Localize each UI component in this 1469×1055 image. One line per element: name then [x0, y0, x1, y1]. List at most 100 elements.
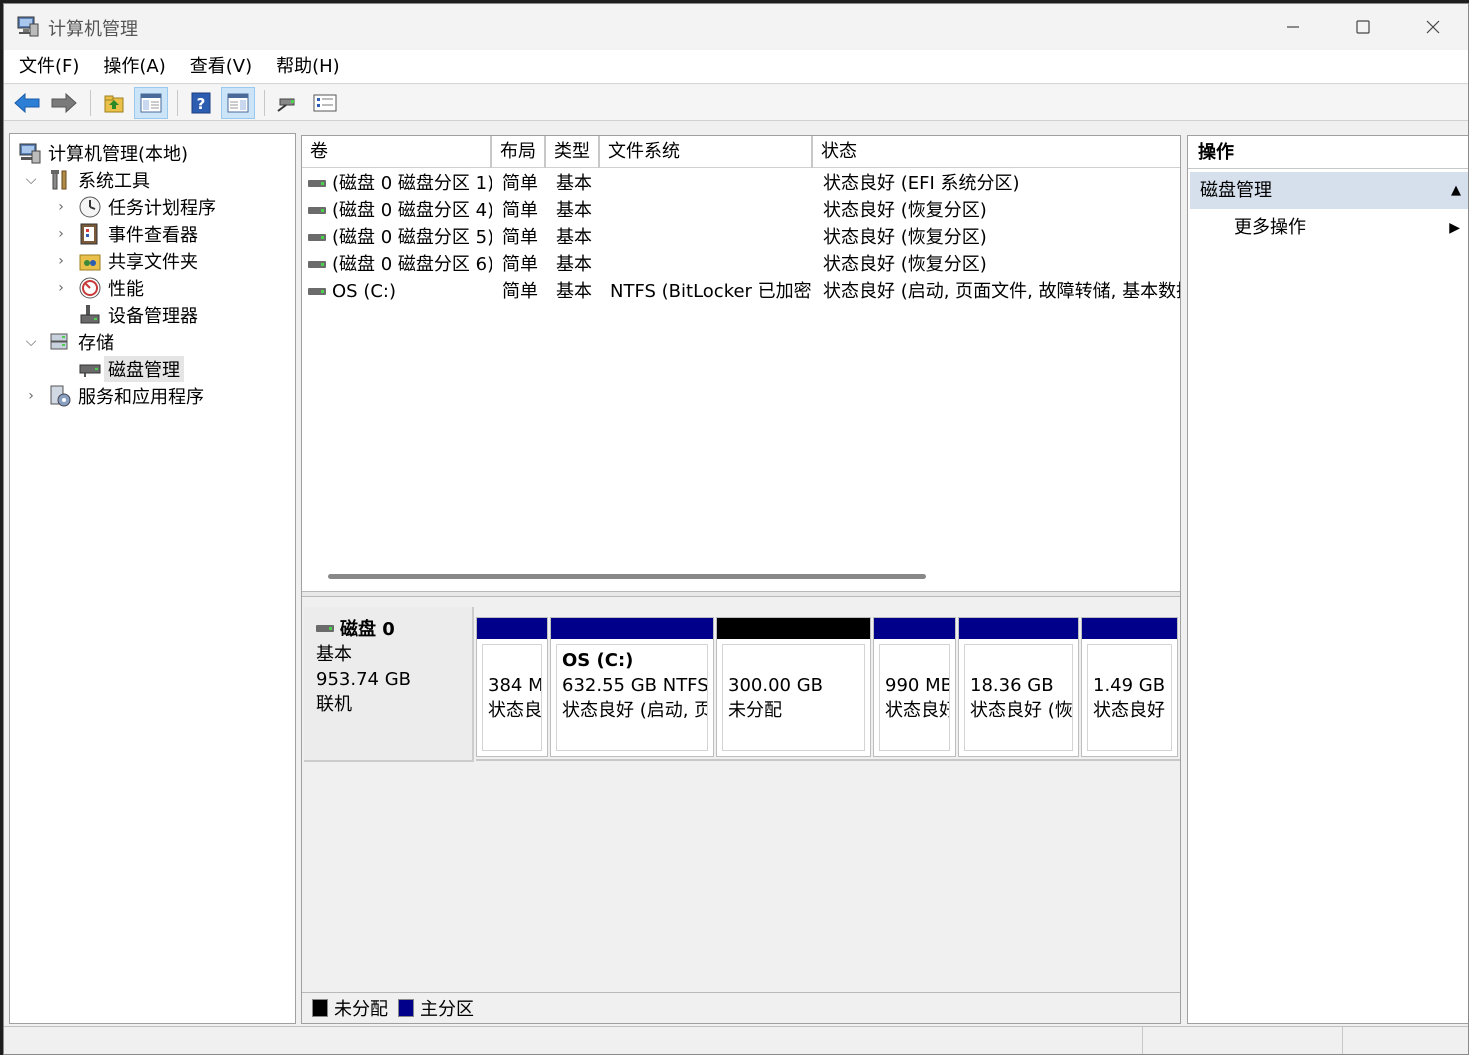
tree-item-system-tools[interactable]: ⌵ 系统工具	[22, 166, 150, 193]
connect-button[interactable]	[271, 87, 305, 119]
volume-cell-text: 基本	[556, 227, 592, 248]
primary-partition[interactable]: 990 MB 状态良好	[873, 617, 956, 757]
horizontal-scrollbar[interactable]	[328, 574, 926, 579]
title-bar: 计算机管理	[4, 4, 1468, 50]
tree-item-storage[interactable]: ⌵ 存储	[22, 328, 114, 355]
disk-management-icon	[78, 357, 102, 381]
partition-details: 300.00 GB 未分配	[722, 644, 865, 751]
disk-type: 基本	[316, 644, 352, 665]
expand-chevron-icon[interactable]: ›	[52, 253, 70, 269]
menu-view[interactable]: 查看(V)	[181, 50, 261, 84]
volume-list: 卷 布局 类型 文件系统 状态 (磁盘 0 磁盘分区 1) 简单 基本 状态良好 (E…	[302, 136, 1180, 591]
shared-folders-icon	[78, 249, 102, 273]
primary-partition[interactable]: 384 M 状态良	[476, 617, 548, 757]
expand-chevron-icon[interactable]: ›	[52, 280, 70, 296]
maximize-icon	[1356, 20, 1370, 34]
menu-file[interactable]: 文件(F)	[10, 50, 88, 84]
show-hide-console-tree-button[interactable]	[134, 86, 168, 119]
volume-cell-fs	[610, 197, 813, 224]
maximize-button[interactable]	[1328, 4, 1398, 50]
services-and-applications-icon	[48, 384, 72, 408]
volume-row[interactable]: (磁盘 0 磁盘分区 5) 简单 基本 状态良好 (恢复分区)	[302, 224, 1180, 251]
volume-cell-layout: 简单	[502, 170, 546, 197]
tree-label: 任务计划程序	[108, 197, 216, 219]
actions-group-disk-management[interactable]: 磁盘管理 ▲	[1190, 172, 1468, 209]
toolbar: ?	[4, 85, 1468, 121]
volume-row[interactable]: (磁盘 0 磁盘分区 4) 简单 基本 状态良好 (恢复分区)	[302, 197, 1180, 224]
volume-row[interactable]: (磁盘 0 磁盘分区 1) 简单 基本 状态良好 (EFI 系统分区)	[302, 170, 1180, 197]
help-button[interactable]: ?	[184, 87, 218, 119]
expand-chevron-icon[interactable]: ›	[52, 199, 70, 215]
volume-cell-type: 基本	[556, 170, 600, 197]
legend-label-unallocated: 未分配	[334, 999, 388, 1020]
more-actions-item[interactable]: 更多操作 ▶	[1234, 210, 1464, 246]
column-header-volume[interactable]: 卷	[302, 136, 492, 168]
tree-item-event-viewer[interactable]: › 事件查看器	[52, 220, 198, 247]
minimize-button[interactable]	[1258, 4, 1328, 50]
partition-details: 990 MB 状态良好	[879, 644, 950, 751]
expand-chevron-icon[interactable]: ›	[52, 226, 70, 242]
tree-item-task-scheduler[interactable]: › 任务计划程序	[52, 193, 216, 220]
show-action-pane-icon	[227, 93, 249, 112]
expand-chevron-icon[interactable]: ›	[22, 388, 40, 404]
column-header-type[interactable]: 类型	[546, 136, 600, 168]
volume-cell-layout: 简单	[502, 278, 546, 305]
properties-button[interactable]	[308, 87, 342, 119]
forward-button[interactable]	[47, 87, 81, 119]
minimize-icon	[1287, 26, 1299, 28]
computer-management-window: 计算机管理 文件(F) 操作(A) 查看(V) 帮助(H) ? 计算机管理(本地…	[3, 3, 1469, 1055]
performance-icon	[78, 276, 102, 300]
volume-drive-icon	[308, 260, 326, 268]
tree-item-performance[interactable]: › 性能	[52, 274, 144, 301]
collapse-chevron-icon[interactable]: ⌵	[22, 172, 40, 188]
partition-color-bar	[959, 618, 1078, 639]
primary-partition[interactable]: 18.36 GB 状态良好 (恢	[958, 617, 1079, 757]
column-header-filesystem[interactable]: 文件系统	[600, 136, 813, 168]
collapse-chevron-icon[interactable]: ⌵	[22, 334, 40, 350]
volume-cell-text: 基本	[556, 173, 592, 194]
volume-cell-status: 状态良好 (EFI 系统分区)	[823, 170, 1180, 197]
disk-0-info[interactable]: 磁盘 0 基本 953.74 GB 联机	[304, 607, 474, 762]
up-folder-icon	[104, 95, 124, 112]
volume-row[interactable]: OS (C:) 简单 基本 NTFS (BitLocker 已加密) 状态良好 (启动,…	[302, 278, 1180, 305]
unallocated-partition[interactable]: 300.00 GB 未分配	[716, 617, 871, 757]
volume-cell-text: 基本	[556, 281, 592, 302]
tree-item-services-and-applications[interactable]: › 服务和应用程序	[22, 382, 204, 409]
tree-item-disk-management[interactable]: 磁盘管理	[70, 355, 184, 382]
column-header-status[interactable]: 状态	[813, 136, 1180, 168]
partition-size: 384 M	[488, 675, 542, 696]
menu-bar: 文件(F) 操作(A) 查看(V) 帮助(H)	[4, 50, 1468, 84]
volume-cell-text: 简单	[502, 281, 538, 302]
volume-row[interactable]: (磁盘 0 磁盘分区 6) 简单 基本 状态良好 (恢复分区)	[302, 251, 1180, 278]
close-button[interactable]	[1398, 4, 1468, 50]
volume-cell-text: (磁盘 0 磁盘分区 4)	[332, 200, 492, 221]
partition-color-bar	[717, 618, 870, 639]
partition-details: 18.36 GB 状态良好 (恢	[964, 644, 1073, 751]
tree-item-computer-management-local[interactable]: 计算机管理(本地)	[18, 139, 188, 166]
column-header-layout[interactable]: 布局	[492, 136, 546, 168]
volume-cell-text: 状态良好 (EFI 系统分区)	[823, 173, 1020, 194]
primary-partition[interactable]: 1.49 GB 状态良好	[1081, 617, 1178, 757]
close-icon	[1426, 20, 1440, 34]
volume-drive-icon	[308, 206, 326, 214]
storage-icon	[48, 330, 72, 354]
partition-status: 状态良好	[885, 700, 950, 721]
disk-state: 联机	[316, 694, 352, 715]
partition-title: OS (C:)	[562, 650, 634, 671]
volume-cell-layout: 简单	[502, 197, 546, 224]
tree-label: 共享文件夹	[108, 251, 198, 273]
show-hide-action-pane-button[interactable]	[221, 86, 255, 119]
toolbar-separator	[90, 89, 91, 116]
back-button[interactable]	[10, 87, 44, 119]
actions-header: 操作	[1188, 136, 1468, 169]
tree-item-device-manager[interactable]: 设备管理器	[70, 301, 198, 328]
primary-partition[interactable]: OS (C:) 632.55 GB NTFS (状态良好 (启动, 页	[550, 617, 714, 757]
menu-help[interactable]: 帮助(H)	[267, 50, 349, 84]
up-one-level-button[interactable]	[97, 87, 131, 119]
collapse-up-triangle-icon[interactable]: ▲	[1451, 172, 1461, 209]
menu-action[interactable]: 操作(A)	[94, 50, 174, 84]
show-hide-tree-icon	[140, 93, 162, 112]
partition-size: 990 MB	[885, 675, 950, 696]
tree-item-shared-folders[interactable]: › 共享文件夹	[52, 247, 198, 274]
legend-label-primary: 主分区	[420, 999, 474, 1020]
